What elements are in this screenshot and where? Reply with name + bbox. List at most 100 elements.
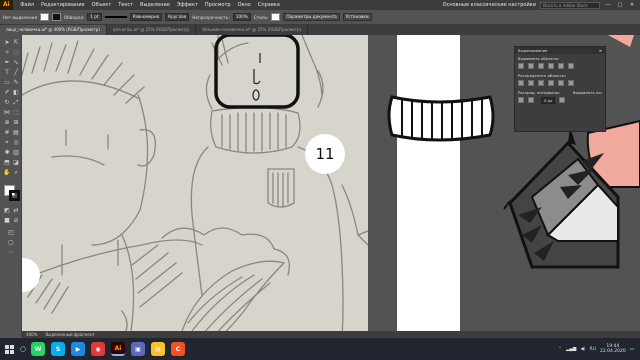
network-icon[interactable]: ▂▄▆ bbox=[566, 347, 576, 352]
distribute-top-icon[interactable] bbox=[518, 80, 524, 86]
stroke-weight-select[interactable]: 1 pt bbox=[87, 13, 102, 21]
notifications-icon[interactable]: ▭ bbox=[630, 347, 634, 352]
workspace-switcher[interactable]: Основные классические настройки bbox=[443, 2, 536, 8]
lasso-tool-icon[interactable]: ◌ bbox=[12, 49, 20, 56]
stroke-swatch[interactable] bbox=[51, 13, 61, 21]
distribute-right-icon[interactable] bbox=[568, 80, 574, 86]
symbol-sprayer-tool-icon[interactable]: ✺ bbox=[3, 149, 11, 156]
perspective-grid-tool-icon[interactable]: ⊞ bbox=[12, 119, 20, 126]
menu-edit[interactable]: Редактирование bbox=[38, 2, 89, 8]
distribute-left-icon[interactable] bbox=[548, 80, 554, 86]
curvature-tool-icon[interactable]: ∿ bbox=[12, 59, 20, 66]
align-bottom-icon[interactable] bbox=[568, 63, 574, 69]
menu-effect[interactable]: Эффект bbox=[173, 2, 201, 8]
align-panel[interactable]: Выравнивание ≡ Выровнять объекты: Распре… bbox=[514, 46, 606, 132]
distribute-hcenter-icon[interactable] bbox=[558, 80, 564, 86]
distribute-vcenter-icon[interactable] bbox=[528, 80, 534, 86]
document-canvas[interactable]: 11 Выравнивание ≡ Выровнять объекты: Рас… bbox=[22, 35, 640, 338]
shape-builder-tool-icon[interactable]: ⊕ bbox=[3, 119, 11, 126]
blend-tool-icon[interactable]: ◎ bbox=[12, 139, 20, 146]
align-panel-header[interactable]: Выравнивание ≡ bbox=[515, 47, 605, 54]
selection-tool-icon[interactable]: ➤ bbox=[3, 39, 11, 46]
magic-wand-tool-icon[interactable]: ✧ bbox=[3, 49, 11, 56]
scale-tool-icon[interactable]: ⤢ bbox=[12, 99, 20, 106]
rotate-tool-icon[interactable]: ↻ bbox=[3, 99, 11, 106]
eraser-tool-icon[interactable]: ◧ bbox=[12, 89, 20, 96]
menu-view[interactable]: Просмотр bbox=[201, 2, 234, 8]
rectangle-tool-icon[interactable]: ▭ bbox=[3, 79, 11, 86]
minimize-button[interactable]: — bbox=[604, 2, 612, 8]
free-transform-tool-icon[interactable]: ⬚ bbox=[12, 109, 20, 116]
variable-width-profile-select[interactable]: Равномерно bbox=[129, 13, 163, 21]
stroke-color-swatch[interactable] bbox=[9, 190, 20, 201]
pen-tool-icon[interactable]: ✒ bbox=[3, 59, 11, 66]
align-top-icon[interactable] bbox=[548, 63, 554, 69]
width-tool-icon[interactable]: ⋈ bbox=[3, 109, 11, 116]
shaper-tool-icon[interactable]: ✐ bbox=[3, 89, 11, 96]
screen-mode-icon[interactable]: ▢ bbox=[7, 239, 15, 246]
tray-up-arrow-icon[interactable]: ⌃ bbox=[558, 347, 562, 352]
fill-swatch[interactable] bbox=[39, 13, 49, 21]
distribute-bottom-icon[interactable] bbox=[538, 80, 544, 86]
preferences-button[interactable]: Установки bbox=[342, 13, 372, 21]
brush-definition-select[interactable]: Круглая bbox=[165, 13, 190, 21]
align-vcenter-icon[interactable] bbox=[558, 63, 564, 69]
draw-mode-icon[interactable]: ◰ bbox=[7, 229, 15, 236]
system-clock[interactable]: 19:44 22.04.2020 bbox=[600, 344, 626, 355]
paintbrush-tool-icon[interactable]: ✎ bbox=[12, 79, 20, 86]
align-hcenter-icon[interactable] bbox=[528, 63, 534, 69]
taskbar-app-whatsapp[interactable]: W bbox=[31, 342, 45, 356]
taskbar-app-skype[interactable]: S bbox=[51, 342, 65, 356]
opacity-input[interactable]: 100% bbox=[232, 13, 251, 21]
graphic-style-swatch[interactable] bbox=[271, 13, 281, 21]
tab-document-3[interactable]: безымян-человечка.ai* @ 25% (RGB/Просмот… bbox=[196, 25, 309, 35]
taskbar-search-icon[interactable]: ○ bbox=[18, 338, 28, 360]
tab-document-2[interactable]: для иглы.ai* @ 25% (RGB/Просмотр) bbox=[107, 25, 197, 35]
panel-menu-icon[interactable]: ≡ bbox=[599, 48, 602, 53]
eyedropper-tool-icon[interactable]: ⌖ bbox=[3, 139, 11, 146]
menu-select[interactable]: Выделение bbox=[137, 2, 174, 8]
distribute-hspace-icon[interactable] bbox=[528, 97, 534, 103]
gradient-tool-icon[interactable]: ▤ bbox=[12, 129, 20, 136]
menu-object[interactable]: Объект bbox=[88, 2, 115, 8]
menu-help[interactable]: Справка bbox=[254, 2, 283, 8]
line-tool-icon[interactable]: ╱ bbox=[12, 69, 20, 76]
taskbar-app-illustrator[interactable]: Ai bbox=[111, 342, 125, 356]
close-button[interactable]: ✕ bbox=[628, 2, 636, 8]
default-colors-icon[interactable]: ◩ bbox=[3, 207, 11, 214]
taskbar-app-chrome[interactable]: ◉ bbox=[91, 342, 105, 356]
language-indicator[interactable]: RU bbox=[590, 347, 596, 352]
zoom-level[interactable]: 400% bbox=[26, 332, 37, 337]
none-icon[interactable]: ⊘ bbox=[12, 217, 20, 224]
menu-file[interactable]: Файл bbox=[17, 2, 38, 8]
tab-document-1[interactable]: лицо_человечка.ai* @ 400% (RGB/Просмотр) bbox=[0, 25, 107, 35]
stock-search-input[interactable]: Искать в Adobe Stock bbox=[540, 1, 600, 9]
spacing-value-input[interactable]: 0 px bbox=[541, 97, 556, 104]
document-setup-button[interactable]: Параметры документа bbox=[283, 13, 340, 21]
zoom-tool-icon[interactable]: ⌕ bbox=[12, 169, 20, 176]
menu-type[interactable]: Текст bbox=[115, 2, 137, 8]
direct-selection-tool-icon[interactable]: ⇱ bbox=[12, 39, 20, 46]
volume-icon[interactable]: ◀) bbox=[580, 347, 585, 352]
taskbar-app-photos[interactable]: ▣ bbox=[131, 342, 145, 356]
taskbar-app-explorer[interactable]: ▤ bbox=[151, 342, 165, 356]
hand-tool-icon[interactable]: ✋ bbox=[3, 169, 11, 176]
taskbar-app-other[interactable]: C bbox=[171, 342, 185, 356]
color-icon[interactable]: ■ bbox=[3, 217, 11, 224]
type-tool-icon[interactable]: T bbox=[3, 69, 11, 76]
distribute-objects-label: Распределить объекты: bbox=[518, 73, 566, 78]
align-to-selection-icon[interactable] bbox=[559, 97, 566, 103]
swap-colors-icon[interactable]: ⇄ bbox=[12, 207, 20, 214]
align-right-icon[interactable] bbox=[538, 63, 544, 69]
artboard-tool-icon[interactable]: ⬒ bbox=[3, 159, 11, 166]
mesh-tool-icon[interactable]: # bbox=[3, 129, 11, 136]
edit-toolbar-icon[interactable]: ⋯ bbox=[7, 249, 15, 256]
maximize-button[interactable]: □ bbox=[616, 2, 624, 8]
taskbar-app-video[interactable]: ▶ bbox=[71, 342, 85, 356]
distribute-vspace-icon[interactable] bbox=[518, 97, 524, 103]
graph-tool-icon[interactable]: ▥ bbox=[12, 149, 20, 156]
slice-tool-icon[interactable]: ◪ bbox=[12, 159, 20, 166]
start-button[interactable] bbox=[0, 338, 18, 360]
align-left-icon[interactable] bbox=[518, 63, 524, 69]
menu-window[interactable]: Окно bbox=[234, 2, 254, 8]
